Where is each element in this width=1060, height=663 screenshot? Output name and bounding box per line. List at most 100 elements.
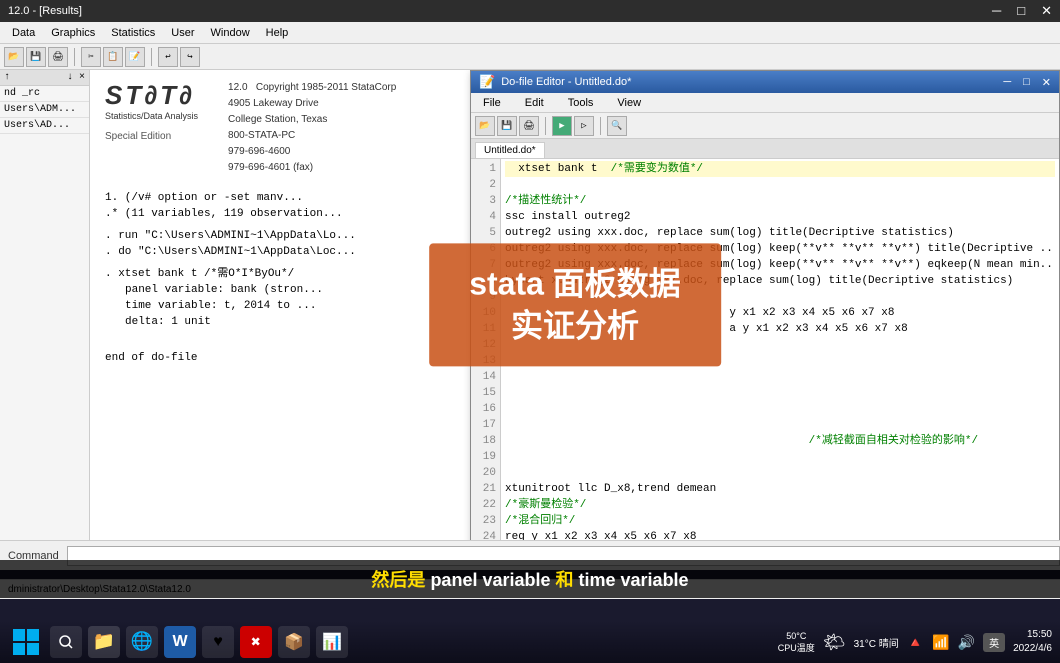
dofile-tb-run-sel[interactable]: ▷ (574, 116, 594, 136)
cpu-indicator: 50°C CPU温度 (778, 631, 815, 654)
taskbar-app1[interactable]: ♥ (202, 626, 234, 658)
network-icon: 🔺 (907, 634, 924, 651)
weather-text: 31°C 晴间 (854, 635, 899, 650)
stata-phone1: 800-STATA-PC (228, 128, 396, 144)
code-line-14 (505, 369, 1055, 385)
dofile-title: Do-file Editor - Untitled.do* (501, 76, 631, 88)
toolbar-btn-6[interactable]: 📝 (125, 47, 145, 67)
panel-pin-icon[interactable]: ↑ (4, 72, 10, 83)
menu-statistics[interactable]: Statistics (103, 25, 163, 41)
code-line-22: /*豪斯曼检验*/ (505, 497, 1055, 513)
big-title-line1: stata 面板数据 (469, 263, 681, 305)
title-bar: 12.0 - [Results] ─ □ ✕ (0, 0, 1060, 22)
code-line-21: xtunitroot llc D_x8,trend demean (505, 481, 1055, 497)
stata-subtitle: Statistics/Data Analysis (105, 111, 198, 121)
menu-bar: Data Graphics Statistics User Window Hel… (0, 22, 1060, 44)
panel-item-2[interactable]: Users\ADM... (0, 102, 89, 118)
dofile-tb-save[interactable]: 💾 (497, 116, 517, 136)
taskbar-browser[interactable]: 🌐 (126, 626, 158, 658)
dofile-maximize[interactable]: □ (1023, 76, 1030, 89)
dofile-tab-bar: Untitled.do* (471, 139, 1059, 159)
code-line-18: /*减轻截面自相关对检验的影响*/ (505, 433, 1055, 449)
subtitle-en2: time variable (579, 570, 689, 590)
stata-phone2: 979-696-4600 (228, 144, 396, 160)
taskbar-app4[interactable]: 📊 (316, 626, 348, 658)
minimize-btn[interactable]: ─ (992, 3, 1001, 19)
clock-date: 2022/4/6 (1013, 642, 1052, 656)
code-line-16 (505, 401, 1055, 417)
maximize-btn[interactable]: □ (1017, 3, 1025, 19)
panel-item-1[interactable]: nd _rc (0, 86, 89, 102)
code-line-24: reg y x1 x2 x3 x4 x5 x6 x7 x8 (505, 529, 1055, 540)
toolbar-btn-7[interactable]: ↩ (158, 47, 178, 67)
code-line-4: ssc install outreg2 (505, 209, 1055, 225)
dofile-tab-main[interactable]: Untitled.do* (475, 142, 545, 158)
taskbar-app3[interactable]: 📦 (278, 626, 310, 658)
clock-time: 15:50 (1013, 628, 1052, 642)
big-title-line2: 实证分析 (469, 305, 681, 347)
menu-graphics[interactable]: Graphics (43, 25, 103, 41)
stata-address1: 4905 Lakeway Drive (228, 96, 396, 112)
subtitle-bar: 然后是 panel variable 和 time variable (0, 560, 1060, 598)
subtitle-zh1: 然后是 (371, 570, 425, 590)
taskbar: 📁 🌐 W ♥ ✖ 📦 📊 50°C CPU温度 🌤 31°C 晴间 🔺 📶 🔊… (0, 621, 1060, 663)
cpu-label: CPU温度 (778, 641, 815, 654)
dofile-menu-edit[interactable]: Edit (517, 95, 552, 111)
start-button[interactable] (8, 624, 44, 660)
left-panel-header: ↑ ↓ × (0, 70, 89, 86)
taskbar-search[interactable] (50, 626, 82, 658)
lang-indicator[interactable]: 英 (983, 633, 1005, 652)
menu-help[interactable]: Help (258, 25, 297, 41)
cpu-temp: 50°C (786, 631, 806, 641)
code-line-23: /*混合回归*/ (505, 513, 1055, 529)
dofile-tb-run[interactable]: ▶ (552, 116, 572, 136)
toolbar-btn-1[interactable]: 📂 (4, 47, 24, 67)
taskbar-app2[interactable]: ✖ (240, 626, 272, 658)
code-line-3: /*描述性统计*/ (505, 193, 1055, 209)
speaker-icon: 🔊 (958, 634, 975, 651)
code-line-1: xtset bank t /*需要变为数值*/ (505, 161, 1055, 177)
code-line-17 (505, 417, 1055, 433)
stata-logo: ST∂T∂ (105, 80, 198, 111)
code-line-15 (505, 385, 1055, 401)
code-line-5: outreg2 using xxx.doc, replace sum(log) … (505, 225, 1055, 241)
dofile-tb-print[interactable]: 🖨 (519, 116, 539, 136)
panel-controls: ↓ × (67, 72, 85, 83)
toolbar-btn-8[interactable]: ↪ (180, 47, 200, 67)
subtitle-zh2: 和 (556, 570, 574, 590)
dofile-title-bar: 📝 Do-file Editor - Untitled.do* ─ □ ✕ (471, 71, 1059, 93)
stata-address2: College Station, Texas (228, 112, 396, 128)
menu-user[interactable]: User (163, 25, 202, 41)
menu-window[interactable]: Window (203, 25, 258, 41)
dofile-minimize[interactable]: ─ (1003, 76, 1011, 89)
code-line-20 (505, 465, 1055, 481)
clock: 15:50 2022/4/6 (1013, 628, 1052, 656)
big-title-overlay: stata 面板数据 实证分析 (429, 243, 721, 366)
dofile-tb-find[interactable]: 🔍 (607, 116, 627, 136)
dofile-menu-view[interactable]: View (609, 95, 649, 111)
menu-data[interactable]: Data (4, 25, 43, 41)
stata-fax: 979-696-4601 (fax) (228, 160, 396, 176)
code-line-2 (505, 177, 1055, 193)
toolbar-btn-4[interactable]: ✂ (81, 47, 101, 67)
close-btn[interactable]: ✕ (1041, 3, 1052, 19)
panel-item-3[interactable]: Users\AD... (0, 118, 89, 134)
stata-edition: Special Edition (105, 131, 198, 142)
dofile-close[interactable]: ✕ (1042, 76, 1051, 89)
dofile-toolbar: 📂 💾 🖨 ▶ ▷ 🔍 (471, 113, 1059, 139)
left-panel: ↑ ↓ × nd _rc Users\ADM... Users\AD... (0, 70, 90, 540)
toolbar-btn-5[interactable]: 📋 (103, 47, 123, 67)
toolbar-btn-2[interactable]: 💾 (26, 47, 46, 67)
subtitle-en1: panel variable (430, 570, 555, 590)
toolbar-btn-3[interactable]: 🖨 (48, 47, 68, 67)
stata-results-area: ST∂T∂ Statistics/Data Analysis Special E… (90, 70, 1060, 540)
weather-icon: 🌤 (823, 632, 846, 653)
taskbar-word[interactable]: W (164, 626, 196, 658)
taskbar-files[interactable]: 📁 (88, 626, 120, 658)
dofile-menu-tools[interactable]: Tools (560, 95, 602, 111)
dofile-menu-bar: File Edit Tools View (471, 93, 1059, 113)
title-text: 12.0 - [Results] (8, 5, 82, 17)
code-line-19 (505, 449, 1055, 465)
dofile-tb-open[interactable]: 📂 (475, 116, 495, 136)
dofile-menu-file[interactable]: File (475, 95, 509, 111)
